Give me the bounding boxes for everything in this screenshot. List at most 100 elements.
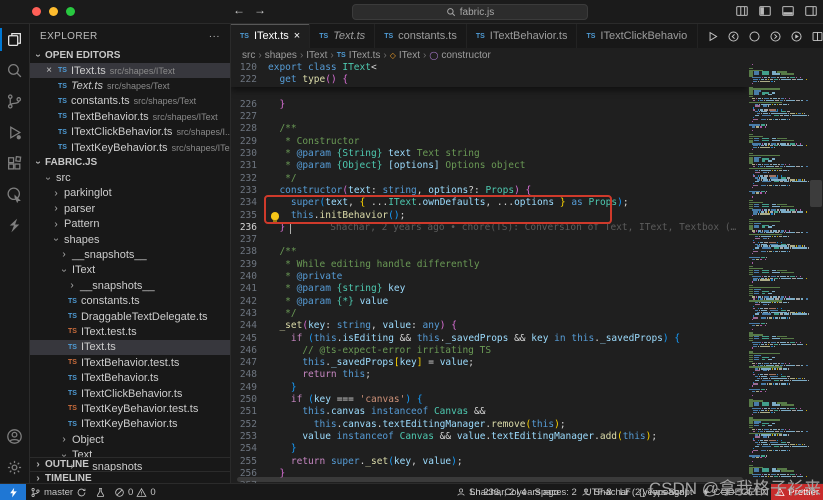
line-number[interactable]: 232	[231, 173, 257, 185]
window-controls[interactable]	[32, 7, 75, 16]
line-number[interactable]: 240	[231, 271, 257, 283]
tab-itextbehavior.ts[interactable]: TS ITextBehavior.ts	[466, 24, 578, 48]
line-number[interactable]: 228	[231, 123, 257, 135]
line-number[interactable]: 239	[231, 259, 257, 271]
toggle-panel-icon[interactable]	[781, 4, 795, 18]
tree-file-itext-ts[interactable]: TS IText.ts	[30, 339, 230, 356]
line-number[interactable]: 238	[231, 246, 257, 258]
code-line[interactable]: 231 * @param {Object} [options] Options …	[231, 160, 748, 172]
open-editor-item[interactable]: TSITextKeyBehavior.tssrc/shapes/IText	[30, 140, 230, 155]
outline-section-header[interactable]: › OUTLINE	[30, 457, 230, 471]
tree-file-itextbehavior-ts[interactable]: TS ITextBehavior.ts	[30, 370, 230, 385]
settings-gear-icon[interactable]	[0, 452, 29, 483]
line-number[interactable]: 250	[231, 394, 257, 406]
codegeex-icon[interactable]	[0, 210, 29, 241]
tree-folder-shapes[interactable]: › shapes	[30, 232, 230, 247]
views-more-actions-icon[interactable]: ···	[209, 31, 220, 42]
tree-file-itextkeybehavior-test-ts[interactable]: TS ITextKeyBehavior.test.ts	[30, 401, 230, 416]
open-editor-item[interactable]: × TS IText.ts src/shapes/IText	[30, 63, 230, 79]
open-editor-item[interactable]: TS ITextBehavior.ts src/shapes/IText	[30, 109, 230, 124]
code-line[interactable]: 251 this.canvas instanceof Canvas &&	[231, 406, 748, 418]
breadcrumb-item-itext-ts[interactable]: TS IText.ts	[337, 50, 381, 61]
code-line[interactable]: 255 return super._set(key, value);	[231, 456, 748, 468]
sticky-scroll[interactable]: 120 export class IText< 222 get type() {	[231, 62, 748, 87]
explorer-icon[interactable]	[0, 24, 29, 55]
history-back-icon[interactable]: ←	[233, 3, 245, 17]
code-line[interactable]: 244 _set(key: string, value: any) {	[231, 320, 748, 332]
timeline-section-header[interactable]: › TIMELINE	[30, 471, 230, 483]
remote-indicator[interactable]	[0, 484, 26, 500]
toggle-secondary-sidebar-icon[interactable]	[804, 4, 818, 18]
tab-text.ts[interactable]: TS Text.ts	[310, 24, 376, 48]
code-line[interactable]: 247 this._savedProps[key] = value;	[231, 357, 748, 369]
code-line[interactable]: 232 */	[231, 173, 748, 185]
run-debug-icon[interactable]	[0, 117, 29, 148]
split-editor-icon[interactable]	[811, 30, 823, 43]
line-number[interactable]: 229	[231, 136, 257, 148]
source-control-icon[interactable]	[0, 86, 29, 117]
line-number[interactable]: 245	[231, 333, 257, 345]
line-number[interactable]: 234	[231, 197, 257, 209]
lightbulb-icon[interactable]	[271, 211, 279, 222]
code-line[interactable]	[231, 87, 748, 99]
tree-folder-parser[interactable]: › parser	[30, 201, 230, 216]
nav-back-icon[interactable]	[727, 30, 740, 43]
line-number[interactable]: 248	[231, 369, 257, 381]
code-line[interactable]: 243 */	[231, 308, 748, 320]
toggle-sidebar-icon[interactable]	[758, 4, 772, 18]
tests-status[interactable]	[91, 484, 110, 500]
breadcrumb-item-src[interactable]: src	[242, 50, 255, 61]
code-line[interactable]: 245 if (this.isEditing && this._savedPro…	[231, 333, 748, 345]
line-number[interactable]: 233	[231, 185, 257, 197]
code-line[interactable]: 239 * While editing handle differently	[231, 259, 748, 271]
line-number[interactable]: 251	[231, 406, 257, 418]
workspace-root-header[interactable]: › FABRIC.JS	[30, 155, 230, 170]
open-editor-item[interactable]: TS constants.ts src/shapes/Text	[30, 94, 230, 109]
tab-constants.ts[interactable]: TS constants.ts	[375, 24, 467, 48]
code-line[interactable]: 246 // @ts-expect-error irritating TS	[231, 345, 748, 357]
code-line[interactable]: 254 }	[231, 443, 748, 455]
account-icon[interactable]	[0, 421, 29, 452]
line-number[interactable]: 246	[231, 345, 257, 357]
tree-folder--snapshots-[interactable]: › __snapshots__	[30, 247, 230, 262]
line-number[interactable]: 226	[231, 99, 257, 111]
code-line[interactable]: 230 * @param {String} text Text string	[231, 148, 748, 160]
breadcrumb-item-itext[interactable]: IText	[306, 50, 327, 61]
line-number[interactable]: 236	[231, 222, 257, 234]
tree-file-itextclickbehavior-ts[interactable]: TS ITextClickBehavior.ts	[30, 386, 230, 401]
code-line[interactable]: 241 * @param {string} key	[231, 283, 748, 295]
pointer-extension-icon[interactable]	[0, 179, 29, 210]
code-line[interactable]: 252 this.canvas.textEditingManager.remov…	[231, 419, 748, 431]
tree-folder--snapshots-[interactable]: › __snapshots__	[30, 278, 230, 293]
line-number[interactable]: 244	[231, 320, 257, 332]
code-line[interactable]: 248 return this;	[231, 369, 748, 381]
breadcrumb-item-itext[interactable]: ◇ IText	[390, 50, 420, 61]
tree-folder-itext[interactable]: › IText	[30, 263, 230, 278]
line-number[interactable]: 247	[231, 357, 257, 369]
code-line[interactable]: 253 value instanceof Canvas && value.tex…	[231, 431, 748, 443]
code-line[interactable]: 242 * @param {*} value	[231, 296, 748, 308]
close-tab-icon[interactable]: ×	[294, 30, 300, 42]
maximize-window-icon[interactable]	[66, 7, 75, 16]
git-branch-status[interactable]: master	[26, 484, 91, 500]
search-icon[interactable]	[0, 55, 29, 86]
code-line[interactable]: 227	[231, 111, 748, 123]
tree-file-constants-ts[interactable]: TS constants.ts	[30, 293, 230, 308]
minimap[interactable]	[749, 62, 809, 477]
nav-forward-icon[interactable]	[769, 30, 782, 43]
nav-circle-icon[interactable]	[748, 30, 761, 43]
blame-status[interactable]: Shachar, 2 years ago	[452, 487, 563, 498]
line-number[interactable]: 241	[231, 283, 257, 295]
line-number[interactable]: 254	[231, 443, 257, 455]
breadcrumb-item-constructor[interactable]: ◯ constructor	[429, 50, 490, 61]
line-number[interactable]: 222	[231, 74, 257, 86]
tree-folder-src[interactable]: › src	[30, 170, 230, 185]
run-icon[interactable]	[706, 30, 719, 43]
line-number[interactable]	[231, 87, 257, 99]
close-window-icon[interactable]	[32, 7, 41, 16]
command-center-search[interactable]: fabric.js	[352, 4, 588, 20]
extensions-icon[interactable]	[0, 148, 29, 179]
code-line[interactable]: 250 if (key === 'canvas') {	[231, 394, 748, 406]
breadcrumb-item-shapes[interactable]: shapes	[265, 50, 297, 61]
problems-status[interactable]: 00	[110, 484, 160, 500]
